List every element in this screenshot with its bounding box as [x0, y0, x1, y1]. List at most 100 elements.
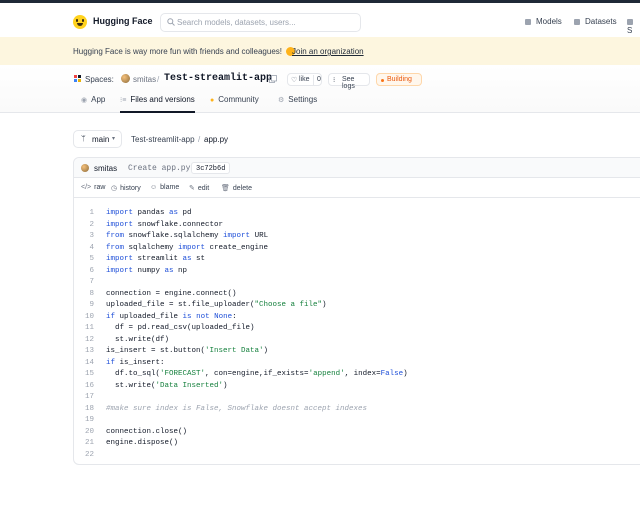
code-line: 5 import streamlit as st: [74, 254, 640, 266]
line-number[interactable]: 16: [74, 381, 94, 393]
line-number[interactable]: 19: [74, 415, 94, 427]
datasets-icon: [574, 19, 580, 25]
tab-app[interactable]: ◉ App: [81, 95, 105, 113]
space-header: Spaces: smitas / Test-streamlit-app ♡ li…: [0, 65, 640, 113]
code-text: df.to_sql('FORECAST', con=engine,if_exis…: [106, 370, 408, 378]
gear-icon: ⚙: [278, 97, 285, 104]
file-viewer: smitas Create app.py 3c72b6d </> raw ◷ his…: [73, 157, 640, 465]
tab-settings[interactable]: ⚙ Settings: [278, 95, 317, 113]
line-number[interactable]: 22: [74, 450, 94, 462]
code-view: 1 import pandas as pd 2 import snowflake.co…: [74, 208, 640, 461]
line-number[interactable]: 18: [74, 404, 94, 416]
delete-link[interactable]: 🗑 delete: [221, 184, 252, 192]
breadcrumb-repo[interactable]: Test-streamlit-app: [131, 135, 195, 144]
commit-message[interactable]: Create app.py: [128, 164, 190, 173]
spaces-nav-icon: [627, 19, 633, 25]
tab-community[interactable]: ● Community: [210, 95, 259, 113]
app-icon: ◉: [81, 97, 88, 104]
pencil-icon: ✎: [189, 185, 195, 192]
code-text: st.write('Data Inserted'): [106, 381, 228, 390]
user-avatar[interactable]: [121, 74, 130, 83]
commit-sha[interactable]: 3c72b6d: [191, 162, 231, 174]
blame-link[interactable]: ☺ blame: [150, 184, 179, 191]
code-line: 7: [74, 277, 640, 289]
code-line: 4 from sqlalchemy import create_engine: [74, 243, 640, 255]
code-text: connection = engine.connect(): [106, 289, 237, 298]
code-line: 17: [74, 392, 640, 404]
nav-datasets-link[interactable]: Datasets: [574, 17, 617, 26]
code-text: uploaded_file = st.file_uploader("Choose…: [106, 301, 327, 309]
community-icon: ●: [210, 97, 215, 104]
search-box[interactable]: [160, 13, 361, 32]
code-text: import streamlit as st: [106, 255, 206, 263]
code-text: import snowflake.connector: [106, 220, 224, 229]
status-dot-icon: [381, 79, 384, 82]
top-nav: Hugging Face Models Datasets S: [0, 3, 640, 37]
like-button[interactable]: ♡ like 0: [287, 73, 322, 86]
line-number[interactable]: 12: [74, 335, 94, 347]
models-icon: [525, 19, 531, 25]
branch-selector[interactable]: ᛘ main ▾: [73, 130, 122, 148]
nav-models-link[interactable]: Models: [525, 17, 562, 26]
line-number[interactable]: 17: [74, 392, 94, 404]
code-text: is_insert = st.button('Insert Data'): [106, 347, 269, 355]
banner-text: Hugging Face is way more fun with friend…: [73, 47, 282, 56]
space-owner[interactable]: smitas: [133, 75, 156, 84]
code-line: 15 df.to_sql('FORECAST', con=engine,if_e…: [74, 369, 640, 381]
space-name[interactable]: Test-streamlit-app: [164, 73, 272, 84]
like-count: 0: [313, 75, 321, 85]
code-text: #make sure index is False, Snowflake doe…: [106, 404, 368, 413]
code-text: if is_insert:: [106, 358, 165, 367]
history-link[interactable]: ◷ history: [111, 184, 141, 192]
code-line: 2 import snowflake.connector: [74, 220, 640, 232]
breadcrumb-file: app.py: [204, 135, 229, 144]
line-number[interactable]: 4: [74, 243, 94, 255]
line-number[interactable]: 14: [74, 358, 94, 370]
hugging-face-logo-icon[interactable]: [73, 15, 87, 29]
line-number[interactable]: 11: [74, 323, 94, 335]
tab-files-and-versions[interactable]: ⁝≡ Files and versions: [120, 95, 195, 113]
line-number[interactable]: 3: [74, 231, 94, 243]
status-badge: Building: [376, 73, 422, 86]
commit-author-avatar[interactable]: [81, 164, 89, 172]
nav-spaces-link[interactable]: S: [627, 17, 640, 35]
line-number[interactable]: 7: [74, 277, 94, 289]
line-number[interactable]: 2: [74, 220, 94, 232]
status-label: Building: [387, 76, 412, 83]
code-line: 20 connection.close(): [74, 427, 640, 439]
branch-name: main: [92, 135, 110, 144]
line-number[interactable]: 13: [74, 346, 94, 358]
line-number[interactable]: 1: [74, 208, 94, 220]
see-logs-button[interactable]: ⁝ See logs: [328, 73, 370, 90]
see-logs-label: See logs: [342, 76, 355, 90]
code-line: 12 st.write(df): [74, 335, 640, 347]
copy-icon[interactable]: [269, 75, 277, 83]
line-number[interactable]: 9: [74, 300, 94, 312]
code-text: import numpy as np: [106, 266, 188, 275]
spaces-label[interactable]: Spaces:: [85, 75, 114, 84]
raw-link[interactable]: </> raw: [81, 184, 105, 191]
code-line: 10 if uploaded_file is not None:: [74, 312, 640, 324]
last-commit-bar: smitas Create app.py 3c72b6d: [74, 158, 640, 178]
search-input[interactable]: [177, 16, 357, 29]
code-text: from snowflake.sqlalchemy import URL: [106, 232, 269, 240]
brand-name[interactable]: Hugging Face: [93, 16, 153, 26]
line-number[interactable]: 21: [74, 438, 94, 450]
join-organization-link[interactable]: Join an organization: [292, 47, 364, 56]
commit-author[interactable]: smitas: [94, 164, 117, 173]
line-number[interactable]: 15: [74, 369, 94, 381]
code-line: 21 engine.dispose(): [74, 438, 640, 450]
line-number[interactable]: 20: [74, 427, 94, 439]
edit-link[interactable]: ✎ edit: [189, 184, 209, 192]
code-line: 3 from snowflake.sqlalchemy import URL: [74, 231, 640, 243]
history-icon: ◷: [111, 185, 118, 192]
line-number[interactable]: 5: [74, 254, 94, 266]
line-number[interactable]: 8: [74, 289, 94, 301]
trash-icon: 🗑: [221, 185, 230, 192]
code-line: 18 #make sure index is False, Snowflake d…: [74, 404, 640, 416]
line-number[interactable]: 6: [74, 266, 94, 278]
code-text: engine.dispose(): [106, 439, 179, 447]
code-text: if uploaded_file is not None:: [106, 312, 237, 321]
code-text: df = pd.read_csv(uploaded_file): [106, 324, 255, 332]
line-number[interactable]: 10: [74, 312, 94, 324]
